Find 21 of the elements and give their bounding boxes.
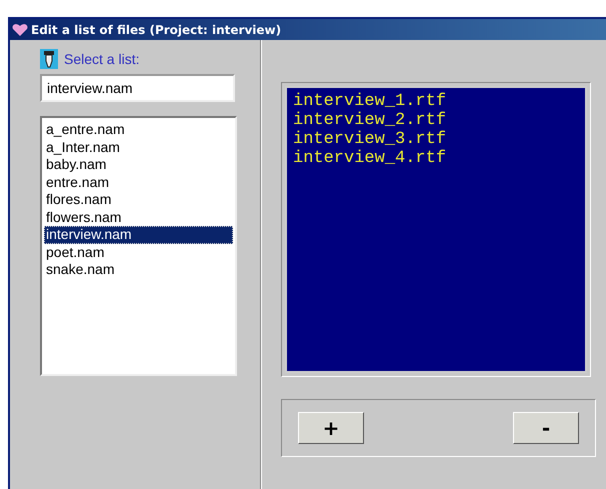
add-button[interactable]: + [298,412,364,444]
list-box[interactable]: a_entre.nam a_Inter.nam baby.nam entre.nam flores.nam flowers.nam interview.nam poet.nam snake.nam [40,116,237,376]
list-item[interactable]: snake.nam [44,261,233,278]
remove-button[interactable]: - [513,412,579,444]
list-item[interactable]: entre.nam [44,174,233,191]
file-entry[interactable]: interview_2.rtf [293,111,579,130]
window-title: Edit a list of files (Project: interview) [10,19,606,40]
file-entry[interactable]: interview_4.rtf [293,149,579,168]
file-list[interactable]: interview_1.rtf interview_2.rtf interview_3.rtf interview_4.rtf [285,86,587,373]
list-item[interactable]: baby.nam [44,156,233,174]
app-icon [12,22,28,36]
list-item[interactable]: poet.nam [44,244,233,261]
list-item[interactable]: a_entre.nam [44,121,233,138]
list-item[interactable]: flowers.nam [44,208,233,226]
list-item[interactable]: a_Inter.nam [44,138,233,156]
list-item[interactable]: flores.nam [44,191,233,208]
list-name-field[interactable]: interview.nam [40,74,235,102]
file-entry[interactable]: interview_3.rtf [293,130,579,149]
file-entry[interactable]: interview_1.rtf [293,92,579,111]
list-item[interactable]: interview.nam [44,226,233,244]
select-list-label: Select a list: [64,51,140,67]
